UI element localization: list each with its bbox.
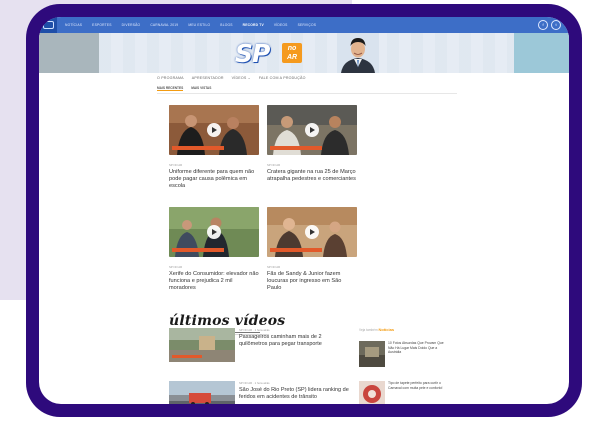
news-title[interactable]: 10 Fotos Absurdas Que Provam Que Não Há … [388,341,450,355]
video-meta: SP NO AR · 1 hora atrás [239,381,270,385]
video-date: SP NO AR [169,163,183,167]
badge-line-2: AR [286,54,298,61]
video-title[interactable]: Xerife do Consumidor: elevador não funci… [169,271,259,291]
subnav-videos[interactable]: VÍDEOS ⌄ [232,76,251,80]
device-frame: NOTÍCIAS ESPORTES DIVERSÃO CARNAVAL 2019… [26,4,582,417]
play-icon[interactable] [305,123,319,137]
video-thumbnail[interactable] [169,381,235,404]
tab-mais-recentes[interactable]: MAIS RECENTES [157,86,184,91]
video-title[interactable]: Passageiros caminham mais de 2 quilômetr… [239,334,349,348]
nav-links: NOTÍCIAS ESPORTES DIVERSÃO CARNAVAL 2019… [65,23,316,27]
video-title[interactable]: Fãs de Sandy & Junior fazem loucuras por… [267,271,357,291]
program-banner: SP no AR [39,33,569,73]
video-date: SP NO AR [169,265,183,269]
video-meta: SP NO AR · 1 hora atrás [239,328,270,332]
news-thumbnail[interactable] [359,341,385,367]
video-tabs: MAIS RECENTES MAIS VISTAS [157,86,457,94]
nav-link-esportes[interactable]: ESPORTES [92,23,112,27]
program-logo[interactable]: SP [235,39,270,68]
social-links: f t [538,20,561,30]
site-logo-icon[interactable] [39,17,57,33]
badge-line-1: no [287,45,297,52]
sidebar-heading-label: Notícias [378,327,395,332]
sidebar-heading: Veja também Notícias [359,327,454,332]
video-date: SP NO AR [267,163,281,167]
video-title[interactable]: Cratera gigante na rua 25 de Março atrap… [267,169,357,183]
subnav-apresentador[interactable]: APRESENTADOR [192,76,224,80]
nav-link-blogs[interactable]: BLOGS [220,23,232,27]
nav-link-record-tv[interactable]: RECORD TV [243,23,264,27]
section-title-ultimos-videos: últimos vídeos [169,313,286,329]
video-card[interactable]: SP NO AR Xerife do Consumidor: elevador … [169,207,259,291]
news-title[interactable]: Tipo de tapete perfeito para curtir o Ca… [388,381,450,390]
program-subnav: O PROGRAMA APRESENTADOR VÍDEOS ⌄ FALE CO… [157,76,457,80]
subnav-fale-com-a-producao[interactable]: FALE COM A PRODUÇÃO [259,76,306,80]
banner-background [99,33,514,73]
sidebar-news: Veja também Notícias 10 Fotos Absurdas Q… [359,327,454,404]
nav-link-meu-estilo[interactable]: MEU ESTILO [188,23,210,27]
nav-link-diversao[interactable]: DIVERSÃO [122,23,141,27]
nav-link-noticias[interactable]: NOTÍCIAS [65,23,82,27]
video-date: SP NO AR [267,265,281,269]
browser-screen: NOTÍCIAS ESPORTES DIVERSÃO CARNAVAL 2019… [39,17,569,404]
nav-link-videos[interactable]: VÍDEOS [274,23,288,27]
news-thumbnail[interactable] [359,381,385,404]
play-icon[interactable] [207,225,221,239]
nav-link-servicos[interactable]: SERVIÇOS [298,23,317,27]
subnav-o-programa[interactable]: O PROGRAMA [157,76,184,80]
nav-link-carnaval[interactable]: CARNAVAL 2019 [150,23,178,27]
video-card[interactable]: SP NO AR Cratera gigante na rua 25 de Ma… [267,105,357,183]
tab-mais-vistas[interactable]: MAIS VISTAS [191,86,211,91]
video-card[interactable]: SP NO AR Fãs de Sandy & Junior fazem lou… [267,207,357,291]
twitter-icon[interactable]: t [551,20,561,30]
banner-left-image [39,33,99,73]
video-title[interactable]: Uniforme diferente para quem não pode pa… [169,169,259,189]
top-navigation: NOTÍCIAS ESPORTES DIVERSÃO CARNAVAL 2019… [39,17,569,33]
play-icon[interactable] [207,123,221,137]
video-card[interactable]: SP NO AR Uniforme diferente para quem nã… [169,105,259,189]
play-icon[interactable] [305,225,319,239]
video-title[interactable]: São José do Rio Preto (SP) lidera rankin… [239,387,349,401]
facebook-icon[interactable]: f [538,20,548,30]
presenter-photo [337,33,379,73]
video-thumbnail[interactable] [169,328,235,362]
banner-right-image [514,33,569,73]
main-content: O PROGRAMA APRESENTADOR VÍDEOS ⌄ FALE CO… [157,76,457,94]
program-logo-badge: no AR [282,43,302,63]
sidebar-heading-prefix: Veja também [359,328,378,332]
